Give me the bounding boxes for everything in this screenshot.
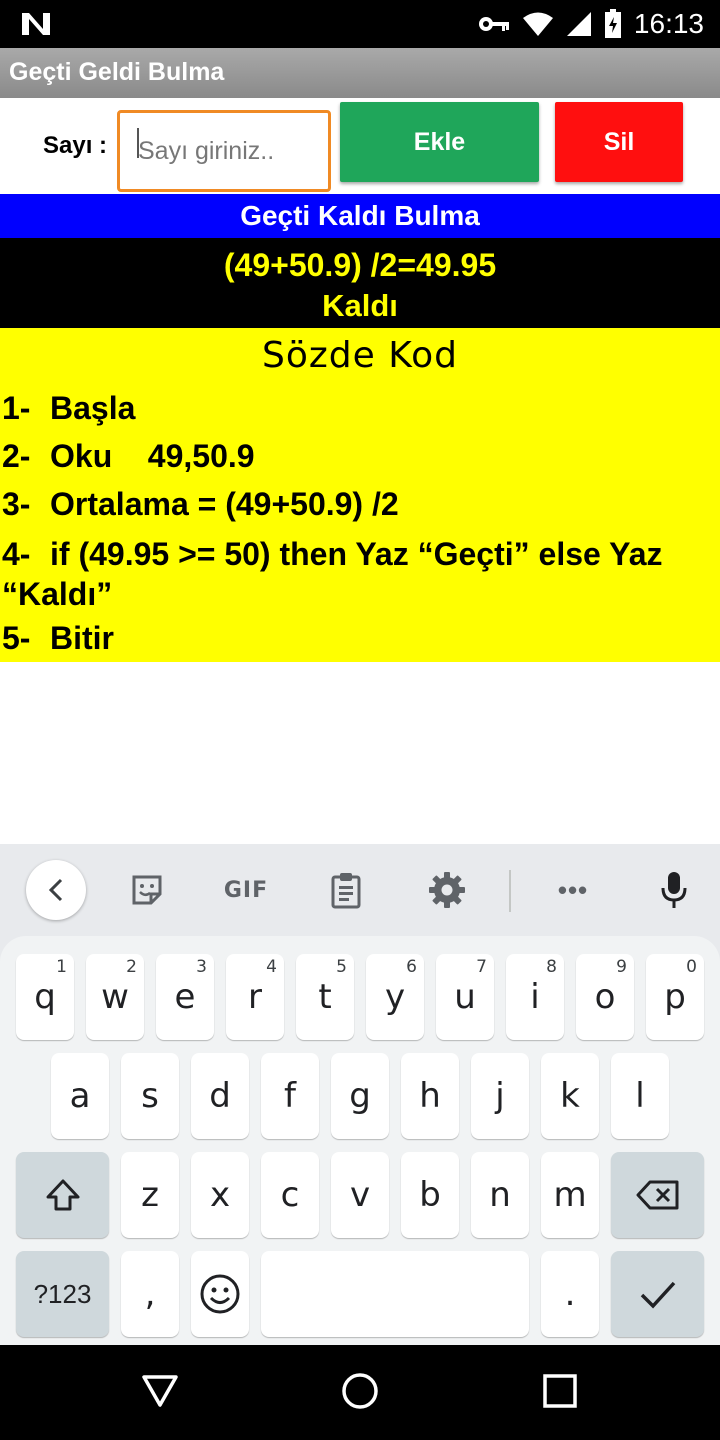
clipboard-icon[interactable]	[320, 864, 372, 916]
key-t[interactable]: t5	[296, 954, 354, 1040]
key-d[interactable]: d	[191, 1053, 249, 1139]
key-o[interactable]: o9	[576, 954, 634, 1040]
key-j[interactable]: j	[471, 1053, 529, 1139]
key-c[interactable]: c	[261, 1152, 319, 1238]
comma-key[interactable]: ,	[121, 1251, 179, 1337]
key-r[interactable]: r4	[226, 954, 284, 1040]
key-g[interactable]: g	[331, 1053, 389, 1139]
key-s[interactable]: s	[121, 1053, 179, 1139]
result-formula: (49+50.9) /2=49.95	[223, 247, 497, 283]
key-n[interactable]: n	[471, 1152, 529, 1238]
keyboard-keys: q1 w2 e3 r4 t5 y6 u7 i8 o9 p0 a s d f g …	[0, 936, 720, 1345]
key-z[interactable]: z	[121, 1152, 179, 1238]
shift-icon	[46, 1179, 79, 1211]
app-bar: Geçti Geldi Bulma	[0, 48, 720, 98]
microphone-icon[interactable]	[648, 864, 700, 916]
shift-key[interactable]	[16, 1152, 109, 1238]
result-header: Geçti Kaldı Bulma	[0, 194, 720, 238]
pseudocode-panel: Sözde Kod 1- Başla 2- Oku 49,50.9 3- Ortala…	[0, 328, 720, 662]
pseudocode-line: 2- Oku 49,50.9	[2, 438, 255, 474]
on-screen-keyboard: GIF ••• q 1 w 2 e 3 r 4 t 5 y 6 u 7 i 8 …	[0, 844, 720, 1345]
n-logo-icon	[22, 13, 50, 35]
key-m[interactable]: m	[541, 1152, 599, 1238]
emoji-icon	[200, 1274, 240, 1314]
key-e[interactable]: e3	[156, 954, 214, 1040]
more-icon[interactable]: •••	[545, 864, 601, 916]
toolbar-divider	[509, 870, 511, 912]
text-caret	[137, 128, 139, 158]
pseudocode-title: Sözde Kod	[262, 335, 458, 376]
pseudocode-line: 5- Bitir	[2, 620, 114, 656]
key-q[interactable]: q1	[16, 954, 74, 1040]
keyboard-toolbar: GIF •••	[0, 844, 720, 936]
number-input[interactable]	[117, 110, 331, 192]
battery-icon	[604, 9, 621, 38]
key-i[interactable]: i8	[506, 954, 564, 1040]
backspace-icon	[636, 1180, 678, 1210]
key-f[interactable]: f	[261, 1053, 319, 1139]
status-time: 16:13	[633, 8, 704, 39]
checkmark-icon	[640, 1281, 675, 1309]
key-w[interactable]: w2	[86, 954, 144, 1040]
status-bar: 16:13	[0, 0, 720, 48]
key-a[interactable]: a	[51, 1053, 109, 1139]
key-l[interactable]: l	[611, 1053, 669, 1139]
sayi-label: Sayı :	[43, 132, 108, 159]
sticker-icon[interactable]	[121, 864, 173, 916]
symbols-key[interactable]: ?123	[16, 1251, 109, 1337]
signal-icon	[566, 12, 591, 36]
settings-icon[interactable]	[421, 864, 473, 916]
period-key[interactable]: .	[541, 1251, 599, 1337]
wifi-icon	[522, 12, 553, 36]
result-verdict: Kaldı	[322, 288, 398, 323]
key-x[interactable]: x	[191, 1152, 249, 1238]
backspace-key[interactable]	[611, 1152, 704, 1238]
gif-icon[interactable]: GIF	[218, 864, 274, 916]
home-circle-icon[interactable]	[340, 1371, 380, 1411]
back-triangle-icon[interactable]	[140, 1371, 180, 1411]
key-h[interactable]: h	[401, 1053, 459, 1139]
key-y[interactable]: y6	[366, 954, 424, 1040]
result-panel: (49+50.9) /2=49.95 Kaldı	[0, 238, 720, 328]
pseudocode-line: 4- if (49.95 >= 50) then Yaz “Geçti” else…	[2, 536, 663, 612]
enter-key[interactable]	[611, 1251, 704, 1337]
pseudocode-line: 1- Başla	[2, 390, 136, 426]
key-v[interactable]: v	[331, 1152, 389, 1238]
key-k[interactable]: k	[541, 1053, 599, 1139]
key-b[interactable]: b	[401, 1152, 459, 1238]
emoji-key[interactable]	[191, 1251, 249, 1337]
app-title: Geçti Geldi Bulma	[9, 58, 225, 86]
key-icon	[478, 17, 509, 31]
space-key[interactable]	[261, 1251, 529, 1337]
navigation-bar	[0, 1345, 720, 1440]
add-button[interactable]: Ekle	[340, 102, 539, 182]
key-u[interactable]: u7	[436, 954, 494, 1040]
pseudocode-line: 3- Ortalama = (49+50.9) /2	[2, 486, 399, 522]
delete-button[interactable]: Sil	[555, 102, 683, 182]
recents-square-icon[interactable]	[542, 1371, 578, 1411]
back-arrow-icon[interactable]	[26, 860, 86, 920]
key-p[interactable]: p0	[646, 954, 704, 1040]
